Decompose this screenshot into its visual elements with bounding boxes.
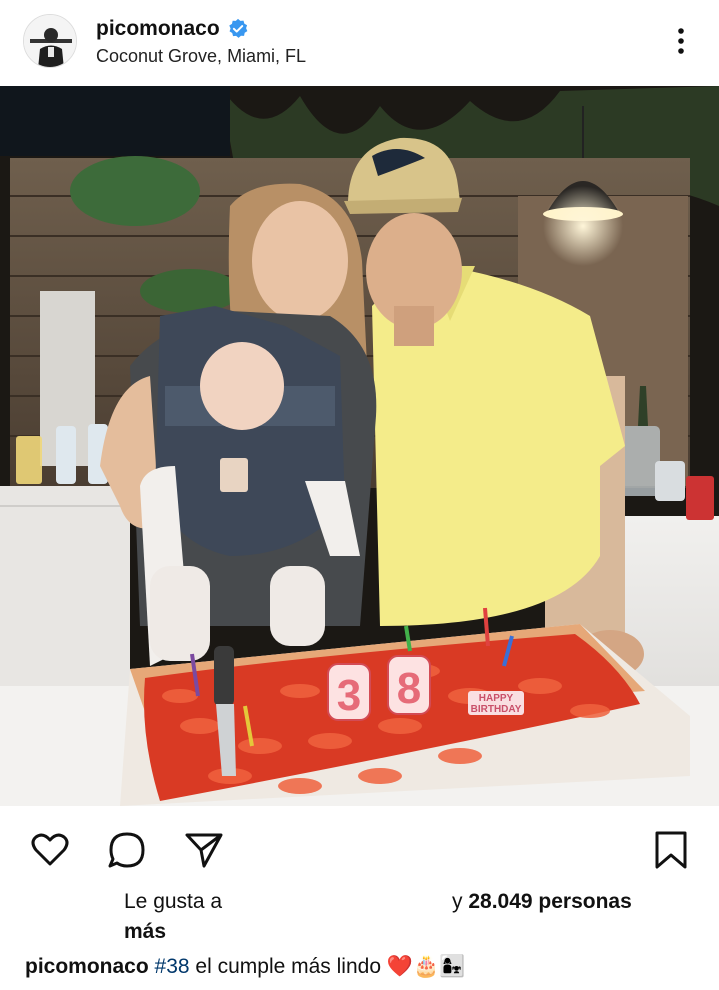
share-icon[interactable] [182, 828, 226, 872]
likes-prefix: Le gusta a [124, 890, 223, 913]
likes-count-prefix: y [452, 890, 463, 913]
verified-badge-icon [228, 18, 248, 38]
caption-hashtag[interactable]: #38 [155, 955, 190, 978]
caption-text: el cumple más lindo [195, 955, 382, 978]
likes-more[interactable]: más [124, 920, 166, 944]
caption: picomonaco #38 el cumple más lindo ❤️🎂👩‍… [25, 955, 465, 979]
likes-count[interactable]: y 28.049 personas [452, 890, 632, 914]
avatar[interactable] [23, 14, 77, 68]
cake-number-8: 8 [397, 664, 421, 713]
likes-count-number: 28.049 [468, 890, 533, 913]
likes-count-suffix: personas [538, 890, 632, 913]
username[interactable]: picomonaco [96, 17, 220, 41]
liker-name-redacted [252, 893, 442, 915]
post-header: picomonaco Coconut Grove, Miami, FL [0, 0, 719, 86]
comment-icon[interactable] [105, 828, 149, 872]
heart-icon[interactable] [28, 828, 72, 872]
location-link[interactable]: Coconut Grove, Miami, FL [96, 46, 306, 67]
caption-emoji: ❤️🎂👩‍👧 [386, 955, 466, 978]
caption-username[interactable]: picomonaco [25, 955, 149, 978]
photo-scene: 3 8 HAPPYBIRTHDAY [0, 86, 719, 806]
post-photo[interactable]: 3 8 HAPPY BIRTHDAY [0, 86, 719, 806]
cake-sign-word: HAPPY [479, 693, 514, 704]
cake-number-3: 3 [337, 671, 361, 720]
username-row: picomonaco [96, 17, 249, 41]
bookmark-icon[interactable] [649, 828, 693, 872]
more-options-icon[interactable] [670, 26, 692, 58]
action-bar [0, 806, 719, 886]
cake-sign-word: BIRTHDAY [471, 704, 522, 715]
